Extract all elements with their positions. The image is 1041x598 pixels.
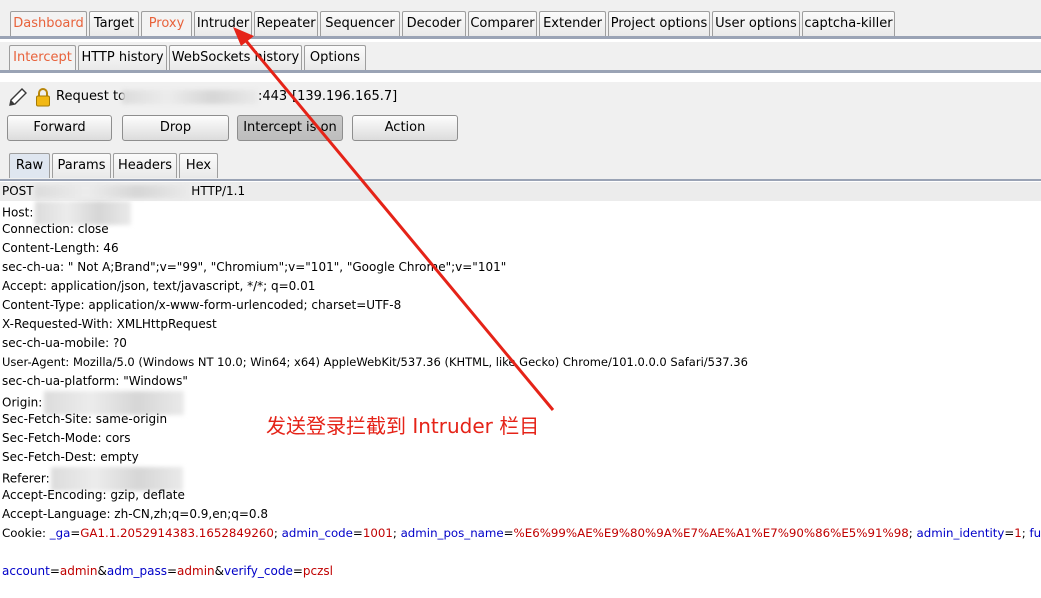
action-button[interactable]: Action bbox=[352, 115, 458, 141]
param-name: adm_pass bbox=[106, 564, 167, 578]
tab-headers[interactable]: Headers bbox=[113, 153, 177, 178]
param-name: account bbox=[2, 564, 50, 578]
header-accept: Accept: application/json, text/javascrip… bbox=[2, 279, 316, 293]
intercept-button-row: Forward Drop Intercept is on Action bbox=[0, 112, 1041, 150]
cookie-name: admin_identity bbox=[916, 526, 1005, 540]
raw-request-editor[interactable]: POST HTTP/1.1 Host: Connection: close Co… bbox=[0, 182, 1041, 598]
main-tab-divider bbox=[0, 36, 1041, 39]
param-value: pczsl bbox=[302, 564, 333, 578]
request-target-bar: Request to :443 [139.196.165.7] bbox=[0, 82, 1041, 112]
tab-intercept[interactable]: Intercept bbox=[9, 45, 76, 70]
referer-label: Referer: bbox=[2, 471, 50, 486]
tab-dashboard[interactable]: Dashboard bbox=[10, 11, 87, 36]
header-referer: Referer: bbox=[2, 467, 184, 491]
proxy-sub-tab-bar: Intercept HTTP history WebSockets histor… bbox=[0, 42, 1041, 70]
param-value: admin bbox=[59, 564, 98, 578]
sub-tab-divider bbox=[0, 70, 1041, 73]
drop-button[interactable]: Drop bbox=[122, 115, 229, 141]
header-accept-encoding: Accept-Encoding: gzip, deflate bbox=[2, 488, 185, 502]
header-user-agent: User-Agent: Mozilla/5.0 (Windows NT 10.0… bbox=[2, 355, 748, 369]
header-connection: Connection: close bbox=[2, 222, 109, 236]
header-sec-ch-ua: sec-ch-ua: " Not A;Brand";v="99", "Chrom… bbox=[2, 260, 507, 274]
tab-comparer[interactable]: Comparer bbox=[468, 11, 537, 36]
tab-project-options[interactable]: Project options bbox=[608, 11, 710, 36]
cookie-value: %E6%99%AE%E9%80%9A%E7%AE%A1%E7%90%86%E5%… bbox=[513, 526, 909, 540]
header-content-length: Content-Length: 46 bbox=[2, 241, 119, 255]
param-value: admin bbox=[177, 564, 215, 578]
cookie-value: GA1.1.2052914383.1652849260 bbox=[80, 526, 274, 540]
tab-proxy[interactable]: Proxy bbox=[141, 11, 192, 36]
cookie-name: admin_pos_name bbox=[400, 526, 504, 540]
message-view-tab-bar: Raw Params Headers Hex bbox=[0, 150, 1041, 180]
pencil-icon[interactable] bbox=[6, 85, 30, 109]
tab-params[interactable]: Params bbox=[52, 153, 111, 178]
cookie-value: 1 bbox=[1014, 526, 1022, 540]
host-label: Host: bbox=[2, 205, 34, 220]
header-host: Host: bbox=[2, 201, 132, 225]
tab-extender[interactable]: Extender bbox=[539, 11, 606, 36]
window-top-strip bbox=[0, 0, 1041, 8]
tab-http-history[interactable]: HTTP history bbox=[78, 45, 167, 70]
tab-target[interactable]: Target bbox=[89, 11, 139, 36]
request-ip: [139.196.165.7] bbox=[292, 89, 398, 104]
cookie-label: Cookie: bbox=[2, 526, 50, 540]
request-body: account=admin&adm_pass=admin&verify_code… bbox=[2, 564, 333, 578]
request-line: POST HTTP/1.1 bbox=[2, 182, 245, 201]
tab-sequencer[interactable]: Sequencer bbox=[320, 11, 400, 36]
tab-intruder[interactable]: Intruder bbox=[194, 11, 252, 36]
forward-button[interactable]: Forward bbox=[7, 115, 112, 141]
tab-repeater[interactable]: Repeater bbox=[254, 11, 318, 36]
cookie-name: admin_code bbox=[281, 526, 353, 540]
header-sec-fetch-mode: Sec-Fetch-Mode: cors bbox=[2, 431, 131, 445]
header-x-requested-with: X-Requested-With: XMLHttpRequest bbox=[2, 317, 217, 331]
intercept-toggle-button[interactable]: Intercept is on bbox=[237, 115, 343, 141]
redacted-path bbox=[35, 185, 190, 198]
request-protocol: HTTP/1.1 bbox=[191, 184, 246, 198]
tab-decoder[interactable]: Decoder bbox=[402, 11, 466, 36]
annotation-caption: 发送登录拦截到 Intruder 栏目 bbox=[266, 414, 540, 438]
tab-options[interactable]: Options bbox=[304, 45, 366, 70]
tab-hex[interactable]: Hex bbox=[179, 153, 218, 178]
tab-user-options[interactable]: User options bbox=[712, 11, 800, 36]
header-sec-ch-ua-mobile: sec-ch-ua-mobile: ?0 bbox=[2, 336, 127, 350]
main-tab-bar: Dashboard Target Proxy Intruder Repeater… bbox=[0, 8, 1041, 36]
lock-icon bbox=[35, 87, 51, 107]
param-name: verify_code bbox=[224, 564, 293, 578]
cookie-name: _ga bbox=[49, 526, 71, 540]
tab-captcha-killer[interactable]: captcha-killer bbox=[802, 11, 895, 36]
header-sec-fetch-dest: Sec-Fetch-Dest: empty bbox=[2, 450, 139, 464]
request-method: POST bbox=[2, 184, 34, 198]
cookie-name: fun bbox=[1029, 526, 1041, 540]
tab-raw[interactable]: Raw bbox=[9, 153, 50, 178]
cookie-value: 1001 bbox=[362, 526, 393, 540]
redacted-host bbox=[122, 90, 258, 104]
header-origin: Origin: bbox=[2, 391, 185, 415]
header-content-type: Content-Type: application/x-www-form-url… bbox=[2, 298, 402, 312]
editor-divider bbox=[0, 179, 1041, 181]
header-cookie: Cookie: _ga=GA1.1.2052914383.1652849260;… bbox=[2, 524, 1041, 543]
tab-websockets-history[interactable]: WebSockets history bbox=[169, 45, 302, 70]
request-port: :443 bbox=[258, 89, 288, 104]
request-to-label: Request to bbox=[56, 89, 126, 104]
header-accept-language: Accept-Language: zh-CN,zh;q=0.9,en;q=0.8 bbox=[2, 507, 269, 521]
header-sec-fetch-site: Sec-Fetch-Site: same-origin bbox=[2, 412, 168, 426]
header-sec-ch-ua-platform: sec-ch-ua-platform: "Windows" bbox=[2, 374, 188, 388]
origin-label: Origin: bbox=[2, 395, 43, 410]
